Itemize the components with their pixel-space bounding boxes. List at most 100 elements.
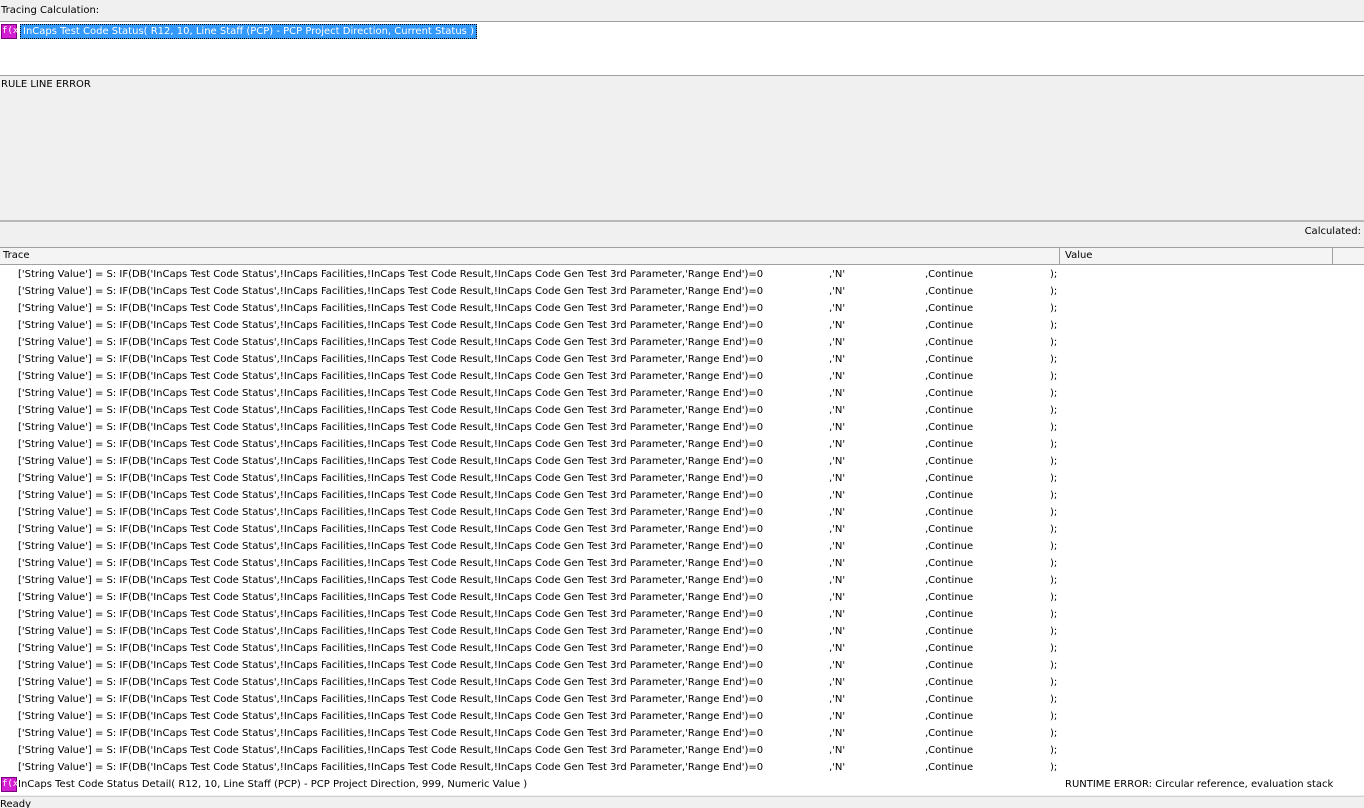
- trace-action: ,Continue: [925, 490, 974, 501]
- trace-row[interactable]: ['String Value'] = S: IF(DB('InCaps Test…: [0, 521, 1364, 538]
- trace-row[interactable]: ['String Value'] = S: IF(DB('InCaps Test…: [0, 266, 1364, 283]
- trace-action: ,Continue: [925, 337, 974, 348]
- trace-terminator: );: [1050, 660, 1058, 671]
- trace-row[interactable]: ['String Value'] = S: IF(DB('InCaps Test…: [0, 317, 1364, 334]
- trace-terminator: );: [1050, 524, 1058, 535]
- trace-expression: ['String Value'] = S: IF(DB('InCaps Test…: [18, 405, 764, 416]
- trace-terminator: );: [1050, 439, 1058, 450]
- trace-expression: ['String Value'] = S: IF(DB('InCaps Test…: [18, 762, 764, 773]
- trace-expression: ['String Value'] = S: IF(DB('InCaps Test…: [18, 558, 764, 569]
- trace-terminator: );: [1050, 303, 1058, 314]
- trace-row[interactable]: ['String Value'] = S: IF(DB('InCaps Test…: [0, 351, 1364, 368]
- trace-row[interactable]: ['String Value'] = S: IF(DB('InCaps Test…: [0, 334, 1364, 351]
- trace-row[interactable]: ['String Value'] = S: IF(DB('InCaps Test…: [0, 742, 1364, 759]
- trace-action: ,Continue: [925, 473, 974, 484]
- trace-row[interactable]: ['String Value'] = S: IF(DB('InCaps Test…: [0, 385, 1364, 402]
- trace-row[interactable]: ['String Value'] = S: IF(DB('InCaps Test…: [0, 572, 1364, 589]
- trace-action: ,Continue: [925, 541, 974, 552]
- trace-argument: ,'N': [829, 286, 846, 297]
- trace-action: ,Continue: [925, 507, 974, 518]
- trace-argument: ,'N': [829, 507, 846, 518]
- trace-expression: ['String Value'] = S: IF(DB('InCaps Test…: [18, 439, 764, 450]
- trace-terminator: );: [1050, 337, 1058, 348]
- trace-argument: ,'N': [829, 592, 846, 603]
- trace-row[interactable]: ['String Value'] = S: IF(DB('InCaps Test…: [0, 589, 1364, 606]
- calculated-label: Calculated:: [1304, 226, 1361, 237]
- trace-argument: ,'N': [829, 609, 846, 620]
- root-value-text: RUNTIME ERROR: Circular reference, evalu…: [1065, 779, 1334, 790]
- trace-argument: ,'N': [829, 456, 846, 467]
- calculation-text-selected[interactable]: InCaps Test Code Status( R12, 10, Line S…: [20, 24, 477, 39]
- trace-expression: ['String Value'] = S: IF(DB('InCaps Test…: [18, 490, 764, 501]
- trace-terminator: );: [1050, 609, 1058, 620]
- status-text: Ready: [0, 799, 32, 808]
- trace-action: ,Continue: [925, 592, 974, 603]
- trace-row[interactable]: ['String Value'] = S: IF(DB('InCaps Test…: [0, 487, 1364, 504]
- trace-argument: ,'N': [829, 269, 846, 280]
- trace-row[interactable]: ['String Value'] = S: IF(DB('InCaps Test…: [0, 453, 1364, 470]
- trace-row[interactable]: ['String Value'] = S: IF(DB('InCaps Test…: [0, 283, 1364, 300]
- trace-action: ,Continue: [925, 677, 974, 688]
- trace-argument: ,'N': [829, 677, 846, 688]
- trace-row[interactable]: ['String Value'] = S: IF(DB('InCaps Test…: [0, 419, 1364, 436]
- trace-action: ,Continue: [925, 728, 974, 739]
- trace-terminator: );: [1050, 354, 1058, 365]
- trace-action: ,Continue: [925, 303, 974, 314]
- trace-argument: ,'N': [829, 320, 846, 331]
- trace-terminator: );: [1050, 422, 1058, 433]
- trace-row[interactable]: ['String Value'] = S: IF(DB('InCaps Test…: [0, 436, 1364, 453]
- trace-action: ,Continue: [925, 711, 974, 722]
- trace-expression: ['String Value'] = S: IF(DB('InCaps Test…: [18, 320, 764, 331]
- trace-expression: ['String Value'] = S: IF(DB('InCaps Test…: [18, 728, 764, 739]
- trace-action: ,Continue: [925, 660, 974, 671]
- trace-terminator: );: [1050, 456, 1058, 467]
- trace-row[interactable]: ['String Value'] = S: IF(DB('InCaps Test…: [0, 657, 1364, 674]
- trace-row[interactable]: ['String Value'] = S: IF(DB('InCaps Test…: [0, 759, 1364, 776]
- trace-expression: ['String Value'] = S: IF(DB('InCaps Test…: [18, 303, 764, 314]
- rule-line-error-text: RULE LINE ERROR: [1, 79, 91, 90]
- trace-expression: ['String Value'] = S: IF(DB('InCaps Test…: [18, 286, 764, 297]
- trace-row[interactable]: ['String Value'] = S: IF(DB('InCaps Test…: [0, 691, 1364, 708]
- trace-action: ,Continue: [925, 558, 974, 569]
- trace-rows: ['String Value'] = S: IF(DB('InCaps Test…: [0, 266, 1364, 776]
- trace-argument: ,'N': [829, 541, 846, 552]
- trace-terminator: );: [1050, 507, 1058, 518]
- tracing-calculation-label: Tracing Calculation:: [1, 5, 100, 16]
- trace-row[interactable]: ['String Value'] = S: IF(DB('InCaps Test…: [0, 538, 1364, 555]
- column-header-trace[interactable]: Trace: [0, 248, 1060, 264]
- trace-expression: ['String Value'] = S: IF(DB('InCaps Test…: [18, 354, 764, 365]
- trace-argument: ,'N': [829, 575, 846, 586]
- trace-action: ,Continue: [925, 694, 974, 705]
- trace-argument: ,'N': [829, 728, 846, 739]
- trace-argument: ,'N': [829, 371, 846, 382]
- trace-row[interactable]: ['String Value'] = S: IF(DB('InCaps Test…: [0, 402, 1364, 419]
- trace-row[interactable]: ['String Value'] = S: IF(DB('InCaps Test…: [0, 504, 1364, 521]
- trace-terminator: );: [1050, 575, 1058, 586]
- trace-terminator: );: [1050, 371, 1058, 382]
- trace-terminator: );: [1050, 592, 1058, 603]
- trace-row[interactable]: ['String Value'] = S: IF(DB('InCaps Test…: [0, 623, 1364, 640]
- column-header-value[interactable]: Value: [1062, 248, 1333, 264]
- trace-row[interactable]: ['String Value'] = S: IF(DB('InCaps Test…: [0, 640, 1364, 657]
- trace-expression: ['String Value'] = S: IF(DB('InCaps Test…: [18, 592, 764, 603]
- calculation-field[interactable]: f(x) InCaps Test Code Status( R12, 10, L…: [0, 21, 1364, 76]
- trace-expression: ['String Value'] = S: IF(DB('InCaps Test…: [18, 507, 764, 518]
- trace-row[interactable]: ['String Value'] = S: IF(DB('InCaps Test…: [0, 300, 1364, 317]
- trace-grid[interactable]: Trace Value ['String Value'] = S: IF(DB(…: [0, 247, 1364, 795]
- trace-row[interactable]: ['String Value'] = S: IF(DB('InCaps Test…: [0, 708, 1364, 725]
- trace-row[interactable]: ['String Value'] = S: IF(DB('InCaps Test…: [0, 725, 1364, 742]
- trace-expression: ['String Value'] = S: IF(DB('InCaps Test…: [18, 677, 764, 688]
- trace-terminator: );: [1050, 626, 1058, 637]
- trace-action: ,Continue: [925, 388, 974, 399]
- trace-expression: ['String Value'] = S: IF(DB('InCaps Test…: [18, 609, 764, 620]
- trace-expression: ['String Value'] = S: IF(DB('InCaps Test…: [18, 694, 764, 705]
- trace-row[interactable]: ['String Value'] = S: IF(DB('InCaps Test…: [0, 470, 1364, 487]
- trace-row[interactable]: ['String Value'] = S: IF(DB('InCaps Test…: [0, 674, 1364, 691]
- trace-action: ,Continue: [925, 269, 974, 280]
- trace-terminator: );: [1050, 269, 1058, 280]
- trace-row[interactable]: ['String Value'] = S: IF(DB('InCaps Test…: [0, 368, 1364, 385]
- trace-row-root[interactable]: f(x) InCaps Test Code Status Detail( R12…: [0, 776, 1364, 793]
- trace-row[interactable]: ['String Value'] = S: IF(DB('InCaps Test…: [0, 555, 1364, 572]
- trace-action: ,Continue: [925, 626, 974, 637]
- trace-row[interactable]: ['String Value'] = S: IF(DB('InCaps Test…: [0, 606, 1364, 623]
